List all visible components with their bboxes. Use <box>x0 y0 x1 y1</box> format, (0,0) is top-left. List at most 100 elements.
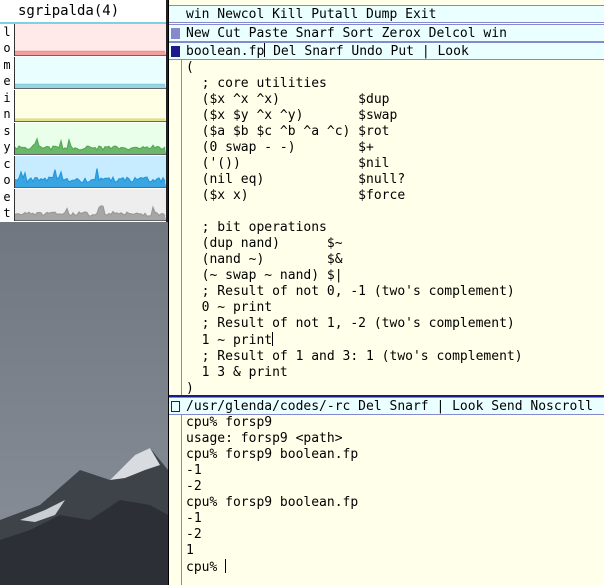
file-tag-commands[interactable]: Del Snarf Undo Put | Look <box>265 44 469 59</box>
file-line[interactable]: (~ swap ~ nand) $| <box>186 268 523 284</box>
shell-line[interactable]: -2 <box>186 479 358 495</box>
column-tag-text[interactable]: win Newcol Kill Putall Dump Exit <box>186 6 436 22</box>
file-line-text[interactable]: ( <box>186 60 194 75</box>
file-line-text[interactable]: (nil eq) $null? <box>186 172 406 187</box>
file-line-text[interactable]: ($a $b $c ^b ^a ^c) $rot <box>186 124 390 139</box>
file-line-text[interactable]: ($x $y ^x ^y) $swap <box>186 108 398 123</box>
file-line[interactable]: ( <box>186 60 523 76</box>
shell-scrollbar[interactable] <box>169 415 182 585</box>
shell-body[interactable]: cpu% forsp9 usage: forsp9 <path> cpu% fors… <box>169 415 604 585</box>
meter-graph <box>15 123 166 155</box>
shell-scroll-thumb[interactable] <box>169 415 181 585</box>
meter-graph <box>15 156 166 188</box>
shell-line-text[interactable]: cpu% <box>186 560 225 575</box>
file-line[interactable]: (nand ~) $& <box>186 252 523 268</box>
file-line[interactable]: ; bit operations <box>186 220 523 236</box>
meter-graph <box>15 90 166 122</box>
file-line-text[interactable]: (nand ~) $& <box>186 252 343 267</box>
shell-line-text[interactable]: 1 <box>186 543 194 558</box>
file-tag[interactable]: boolean.fp Del Snarf Undo Put | Look <box>169 42 604 60</box>
shell-line[interactable]: -1 <box>186 463 358 479</box>
shell-line[interactable]: -2 <box>186 527 358 543</box>
file-line[interactable]: 1 3 & print <box>186 365 523 381</box>
file-line[interactable]: ($x x) $force <box>186 188 523 204</box>
meter-label: l o <box>0 24 15 56</box>
shell-tag[interactable]: /usr/glenda/codes/-rc Del Snarf | Look S… <box>169 397 604 415</box>
file-scroll-thumb[interactable] <box>169 60 181 395</box>
shell-line-text[interactable]: usage: forsp9 <path> <box>186 431 343 446</box>
shell-line[interactable]: cpu% forsp9 boolean.fp <box>186 447 358 463</box>
file-line-text[interactable]: ; Result of not 0, -1 (two's complement) <box>186 284 515 299</box>
meter-label: i n <box>0 90 15 122</box>
meter-label: e t <box>0 189 15 221</box>
file-line-text[interactable]: ($x ^x ^x) $dup <box>186 92 390 107</box>
file-line-text[interactable]: ('()) $nil <box>186 156 390 171</box>
file-line[interactable]: ('()) $nil <box>186 156 523 172</box>
file-line[interactable]: ; Result of 1 and 3: 1 (two's complement… <box>186 349 523 365</box>
file-line[interactable]: ($x ^x ^x) $dup <box>186 92 523 108</box>
shell-line-text[interactable]: cpu% forsp9 boolean.fp <box>186 495 358 510</box>
file-line-text[interactable]: ; bit operations <box>186 220 327 235</box>
meter-load: l o <box>0 24 166 56</box>
file-line[interactable]: ; Result of not 1, -2 (two's complement) <box>186 316 523 332</box>
text-cursor <box>225 559 227 573</box>
shell-line-text[interactable]: -1 <box>186 463 202 478</box>
file-scrollbar[interactable] <box>169 60 182 395</box>
file-line[interactable]: ($a $b $c ^b ^a ^c) $rot <box>186 124 523 140</box>
file-line-text[interactable] <box>186 204 194 219</box>
file-line[interactable] <box>186 204 523 220</box>
file-line-text[interactable]: 0 ~ print <box>186 300 272 315</box>
file-line-text[interactable]: ; Result of 1 and 3: 1 (two's complement… <box>186 349 523 364</box>
file-line-text[interactable]: (0 swap - -) $+ <box>186 140 374 155</box>
file-line[interactable]: 0 ~ print <box>186 300 523 316</box>
file-line-text[interactable]: ($x x) $force <box>186 188 406 203</box>
window-layout-box-icon[interactable] <box>171 28 180 39</box>
shell-line-text[interactable]: cpu% forsp9 <box>186 415 272 430</box>
meter-graph <box>15 57 166 89</box>
shell-line[interactable]: 1 <box>186 543 358 559</box>
shell-tag-text[interactable]: /usr/glenda/codes/-rc Del Snarf | Look S… <box>186 398 593 414</box>
shell-line[interactable]: -1 <box>186 511 358 527</box>
file-line-text[interactable]: 1 3 & print <box>186 365 288 380</box>
file-tag-text[interactable]: boolean.fp Del Snarf Undo Put | Look <box>186 43 469 59</box>
stats-window: sgripalda(4) l om ei ns yc oe t <box>0 0 168 222</box>
acme-window: win Newcol Kill Putall Dump Exit New Cut… <box>168 0 604 585</box>
shell-layout-box-icon[interactable] <box>171 401 180 412</box>
meter-memory: m e <box>0 57 166 89</box>
file-line[interactable]: ; Result of not 0, -1 (two's complement) <box>186 284 523 300</box>
meter-graph <box>15 189 166 221</box>
window-tag[interactable]: New Cut Paste Snarf Sort Zerox Delcol wi… <box>169 24 604 42</box>
meter-syscalls: s y <box>0 123 166 155</box>
shell-line[interactable]: usage: forsp9 <path> <box>186 431 358 447</box>
file-modified-box-icon[interactable] <box>171 46 180 57</box>
file-line[interactable]: (0 swap - -) $+ <box>186 140 523 156</box>
file-line[interactable]: ; core utilities <box>186 76 523 92</box>
shell-text[interactable]: cpu% forsp9 usage: forsp9 <path> cpu% fors… <box>186 415 358 576</box>
file-text[interactable]: ( ; core utilities ($x ^x ^x) $dup ($x $… <box>186 60 523 397</box>
file-body[interactable]: ( ; core utilities ($x ^x ^x) $dup ($x $… <box>169 60 604 397</box>
file-line-text[interactable]: ; core utilities <box>186 76 327 91</box>
shell-line[interactable]: cpu% forsp9 <box>186 415 358 431</box>
file-line-text[interactable]: ) <box>186 381 194 396</box>
shell-line-text[interactable]: -2 <box>186 479 202 494</box>
shell-line[interactable]: cpu% <box>186 559 358 576</box>
file-line-text[interactable]: ; Result of not 1, -2 (two's complement) <box>186 316 515 331</box>
file-name[interactable]: boolean.fp <box>186 44 264 59</box>
file-line[interactable]: 1 ~ print <box>186 332 523 349</box>
file-line-text[interactable]: 1 ~ print <box>186 333 272 348</box>
window-tag-text[interactable]: New Cut Paste Snarf Sort Zerox Delcol wi… <box>186 25 507 41</box>
shell-line-text[interactable]: -2 <box>186 527 202 542</box>
meter-label: m e <box>0 57 15 89</box>
file-line[interactable]: (nil eq) $null? <box>186 172 523 188</box>
shell-line[interactable]: cpu% forsp9 boolean.fp <box>186 495 358 511</box>
file-line-text[interactable]: (dup nand) $~ <box>186 236 343 251</box>
file-line[interactable]: (dup nand) $~ <box>186 236 523 252</box>
file-line[interactable]: ($x $y ^x ^y) $swap <box>186 108 523 124</box>
shell-line-text[interactable]: cpu% forsp9 boolean.fp <box>186 447 358 462</box>
shell-line-text[interactable]: -1 <box>186 511 202 526</box>
file-line-text[interactable]: (~ swap ~ nand) $| <box>186 268 343 283</box>
meter-label: c o <box>0 156 15 188</box>
text-cursor <box>272 332 274 346</box>
meter-interrupts: i n <box>0 90 166 122</box>
column-tag[interactable]: win Newcol Kill Putall Dump Exit <box>169 5 604 23</box>
